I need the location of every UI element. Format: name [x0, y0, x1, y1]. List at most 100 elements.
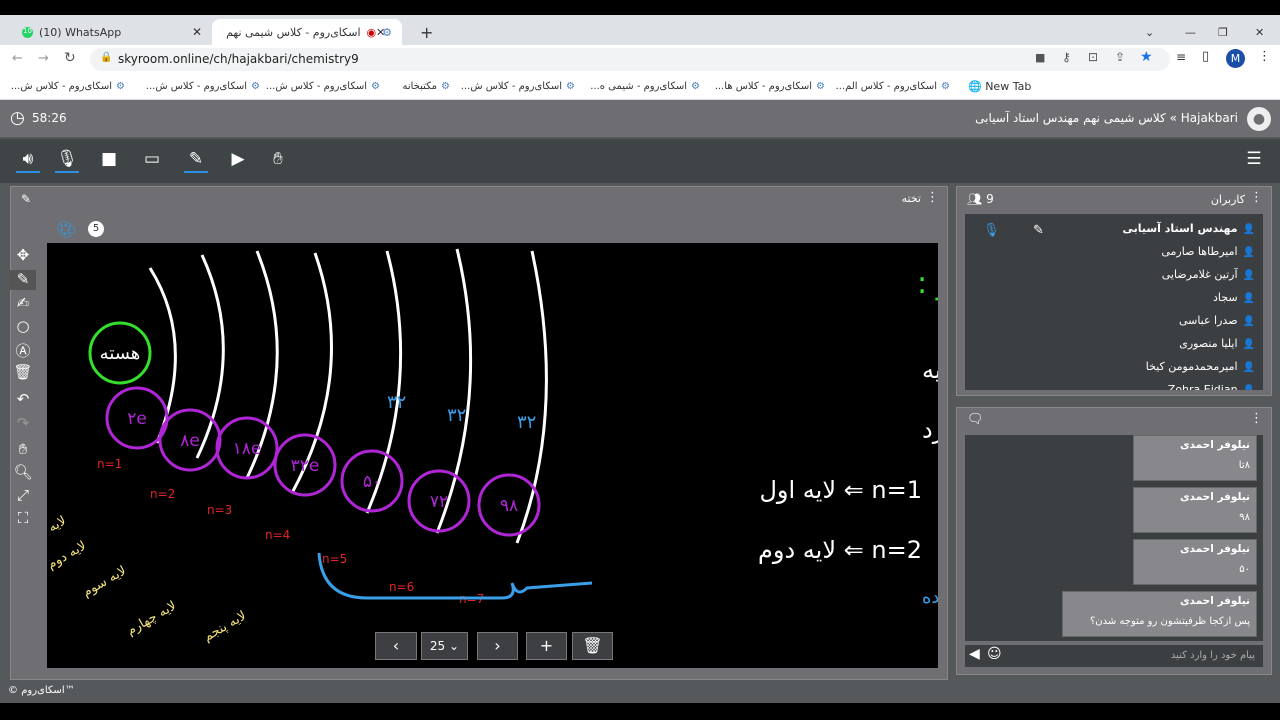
- layer-label: لایه دوم: [47, 538, 89, 572]
- users-count: 👥︎ 9: [967, 192, 994, 206]
- tab-skyroom[interactable]: ⚙ ◉ اسکای‌روم - کلاس شیمی نهم ✕: [212, 19, 402, 45]
- raise-hand-icon[interactable]: ✋︎: [266, 149, 290, 173]
- back-icon[interactable]: ←: [12, 51, 23, 66]
- drawing-text: لایه اول ⇐ n=1: [759, 476, 922, 504]
- user-avatar-icon[interactable]: ●: [1247, 107, 1271, 131]
- pen-tool-icon[interactable]: ✎: [10, 270, 36, 290]
- zoom-icon[interactable]: 🔍︎: [10, 463, 36, 483]
- chat-message: نیلوفر احمدی پس ازکجا ظرفیتشون رو متوجه ش…: [1062, 591, 1257, 637]
- user-item[interactable]: سجاد: [1213, 291, 1255, 304]
- bookmark[interactable]: اسکای‌روم - کلاس ش...: [11, 81, 125, 92]
- tab-whatsapp[interactable]: 10 (10) WhatsApp ✕: [12, 19, 212, 45]
- delete-page-button[interactable]: 🗑︎: [572, 632, 613, 660]
- key-icon[interactable]: ⚷: [1062, 50, 1071, 64]
- bookmark[interactable]: اسکای‌روم - کلاس ها...: [715, 81, 825, 92]
- tab-label: اسکای‌روم - کلاس شیمی نهم: [226, 25, 361, 39]
- url-input[interactable]: 🔒 skyroom.online/ch/hajakbari/chemistry9: [90, 48, 1170, 71]
- bookmark[interactable]: اسکای‌روم - کلاس ش...: [146, 81, 260, 92]
- fullscreen-icon[interactable]: ⛶: [10, 509, 36, 529]
- new-tab-button[interactable]: +: [410, 19, 443, 45]
- panel-menu-icon[interactable]: ⋮: [1250, 411, 1263, 426]
- reload-icon[interactable]: ↻: [64, 50, 76, 66]
- close-icon[interactable]: ✕: [376, 26, 385, 39]
- fit-icon[interactable]: ⤢: [10, 486, 36, 506]
- move-tool-icon[interactable]: ✥: [10, 246, 36, 266]
- redo-icon[interactable]: ↷: [10, 414, 36, 434]
- send-icon[interactable]: ◀: [969, 646, 980, 662]
- avatar[interactable]: M: [1226, 49, 1245, 68]
- maximize-button[interactable]: ❐: [1208, 19, 1238, 45]
- brush-icon[interactable]: ✎: [1033, 223, 1044, 238]
- minimize-button[interactable]: —: [1175, 19, 1206, 45]
- brush-icon: ✎: [21, 192, 32, 206]
- whiteboard-brush-icon[interactable]: ✎: [184, 149, 208, 173]
- bookmark-new-tab[interactable]: 🌐 New Tab: [968, 80, 1031, 93]
- microphone-icon[interactable]: 🎙︎: [983, 223, 1000, 238]
- chat-panel: 🗨︎ ⋮ نیلوفر احمدی ۸تا نیلوفر احمدی ۹۸ نیلوفر…: [956, 407, 1272, 675]
- bookmark-label: New Tab: [985, 80, 1032, 93]
- bookmark[interactable]: اسکای‌روم - کلاس الم...: [836, 81, 950, 92]
- level-label: n=6: [389, 580, 414, 594]
- message-text: ۵۰: [1239, 564, 1250, 575]
- chat-input[interactable]: پیام خود را وارد کنید: [965, 645, 1263, 667]
- drawing-text: در اطراف هسته ۷ لایه: [922, 356, 938, 384]
- layer-label: لایه اول: [47, 513, 69, 547]
- text-tool-icon[interactable]: Ⓐ: [10, 340, 36, 360]
- user-item[interactable]: ایلیا منصوری: [1179, 337, 1255, 350]
- share-icon[interactable]: ⇪: [1115, 50, 1125, 64]
- sidepanel-icon[interactable]: ▯: [1202, 49, 1209, 64]
- brush-size-badge[interactable]: 5: [88, 221, 104, 237]
- eraser-tool-icon[interactable]: 🗑︎: [10, 363, 36, 383]
- star-icon[interactable]: ★: [1140, 49, 1153, 65]
- microphone-icon[interactable]: 🎙︎: [55, 149, 79, 173]
- tab-label: (10) WhatsApp: [39, 25, 122, 39]
- speaker-icon[interactable]: 🔊︎: [16, 149, 40, 173]
- drawing-text: وجود دارد: [922, 416, 938, 444]
- layer-label: لایه چهارم: [124, 598, 179, 638]
- bookmark[interactable]: اسکای‌روم - کلاس ش...: [461, 81, 575, 92]
- menu-icon[interactable]: ⋮: [1258, 49, 1271, 64]
- hamburger-menu-icon[interactable]: ☰: [1242, 149, 1266, 173]
- media-icon[interactable]: ≡: [1176, 50, 1186, 64]
- chat-messages: نیلوفر احمدی ۸تا نیلوفر احمدی ۹۸ نیلوفر احمد…: [965, 435, 1263, 641]
- prev-page-button[interactable]: ‹: [375, 632, 417, 660]
- camera-icon[interactable]: ■: [97, 149, 121, 173]
- level-label: n=4: [265, 528, 290, 542]
- screen-share-icon[interactable]: ▭: [140, 149, 164, 173]
- tab-search-icon[interactable]: ⌄: [1135, 19, 1164, 45]
- highlighter-tool-icon[interactable]: ✍︎: [10, 294, 36, 314]
- user-item[interactable]: Zohra Eidian: [1168, 383, 1255, 390]
- circle-tool-icon[interactable]: ○: [10, 317, 36, 337]
- layer-label: لایه پنجم: [201, 608, 249, 644]
- panel-menu-icon[interactable]: ⋮: [1250, 190, 1263, 205]
- user-item[interactable]: صدرا عباسی: [1179, 314, 1255, 327]
- user-item[interactable]: امیرطاها صارمی: [1161, 245, 1255, 258]
- bookmark[interactable]: مکتبخانه: [402, 81, 450, 92]
- user-item[interactable]: مهندس استاد آسیابی: [1122, 222, 1255, 235]
- camera-icon[interactable]: ■: [1035, 51, 1045, 64]
- drawing-note: تعداد الکترون‌هایی که تا به حال شناخته ش…: [922, 587, 938, 608]
- add-page-button[interactable]: +: [526, 632, 567, 660]
- forward-icon[interactable]: →: [38, 51, 49, 66]
- close-window-button[interactable]: ✕: [1245, 19, 1274, 45]
- translate-icon[interactable]: ⊡: [1088, 50, 1098, 64]
- page-select[interactable]: 25 ⌄: [421, 632, 468, 660]
- whiteboard-canvas[interactable]: هسته ۲e n=1 ۸e n=2 ۱۸e n=3 ۳۲e n=4 ۵۰ n=5 ۷۲ n=6 ۹۸ n…: [26, 243, 1250, 668]
- undo-icon[interactable]: ↶: [10, 390, 36, 410]
- whatsapp-icon: 10: [22, 26, 33, 38]
- close-icon[interactable]: ✕: [192, 25, 202, 39]
- bookmark[interactable]: اسکای‌روم - کلاس ش...: [266, 81, 380, 92]
- pan-hand-icon[interactable]: ✋︎: [10, 440, 36, 460]
- lock-icon: 🔒: [100, 52, 113, 63]
- arrow-label: ۳۲: [387, 392, 406, 413]
- footer: © اسکای‌روم™: [0, 680, 1280, 703]
- media-play-icon[interactable]: ▶: [226, 149, 250, 173]
- panel-menu-icon[interactable]: ⋮: [926, 190, 939, 205]
- next-page-button[interactable]: ›: [477, 632, 518, 660]
- palette-icon[interactable]: 🎨︎: [56, 220, 76, 239]
- user-item[interactable]: آرتین غلامرضایی: [1162, 268, 1255, 281]
- bookmark[interactable]: اسکای‌روم - شیمی ه...: [590, 81, 700, 92]
- session-timer: 58:26: [32, 111, 67, 125]
- user-item[interactable]: امیرمحمدمومن کیخا: [1146, 360, 1255, 373]
- emoji-icon[interactable]: ☺: [987, 646, 1002, 662]
